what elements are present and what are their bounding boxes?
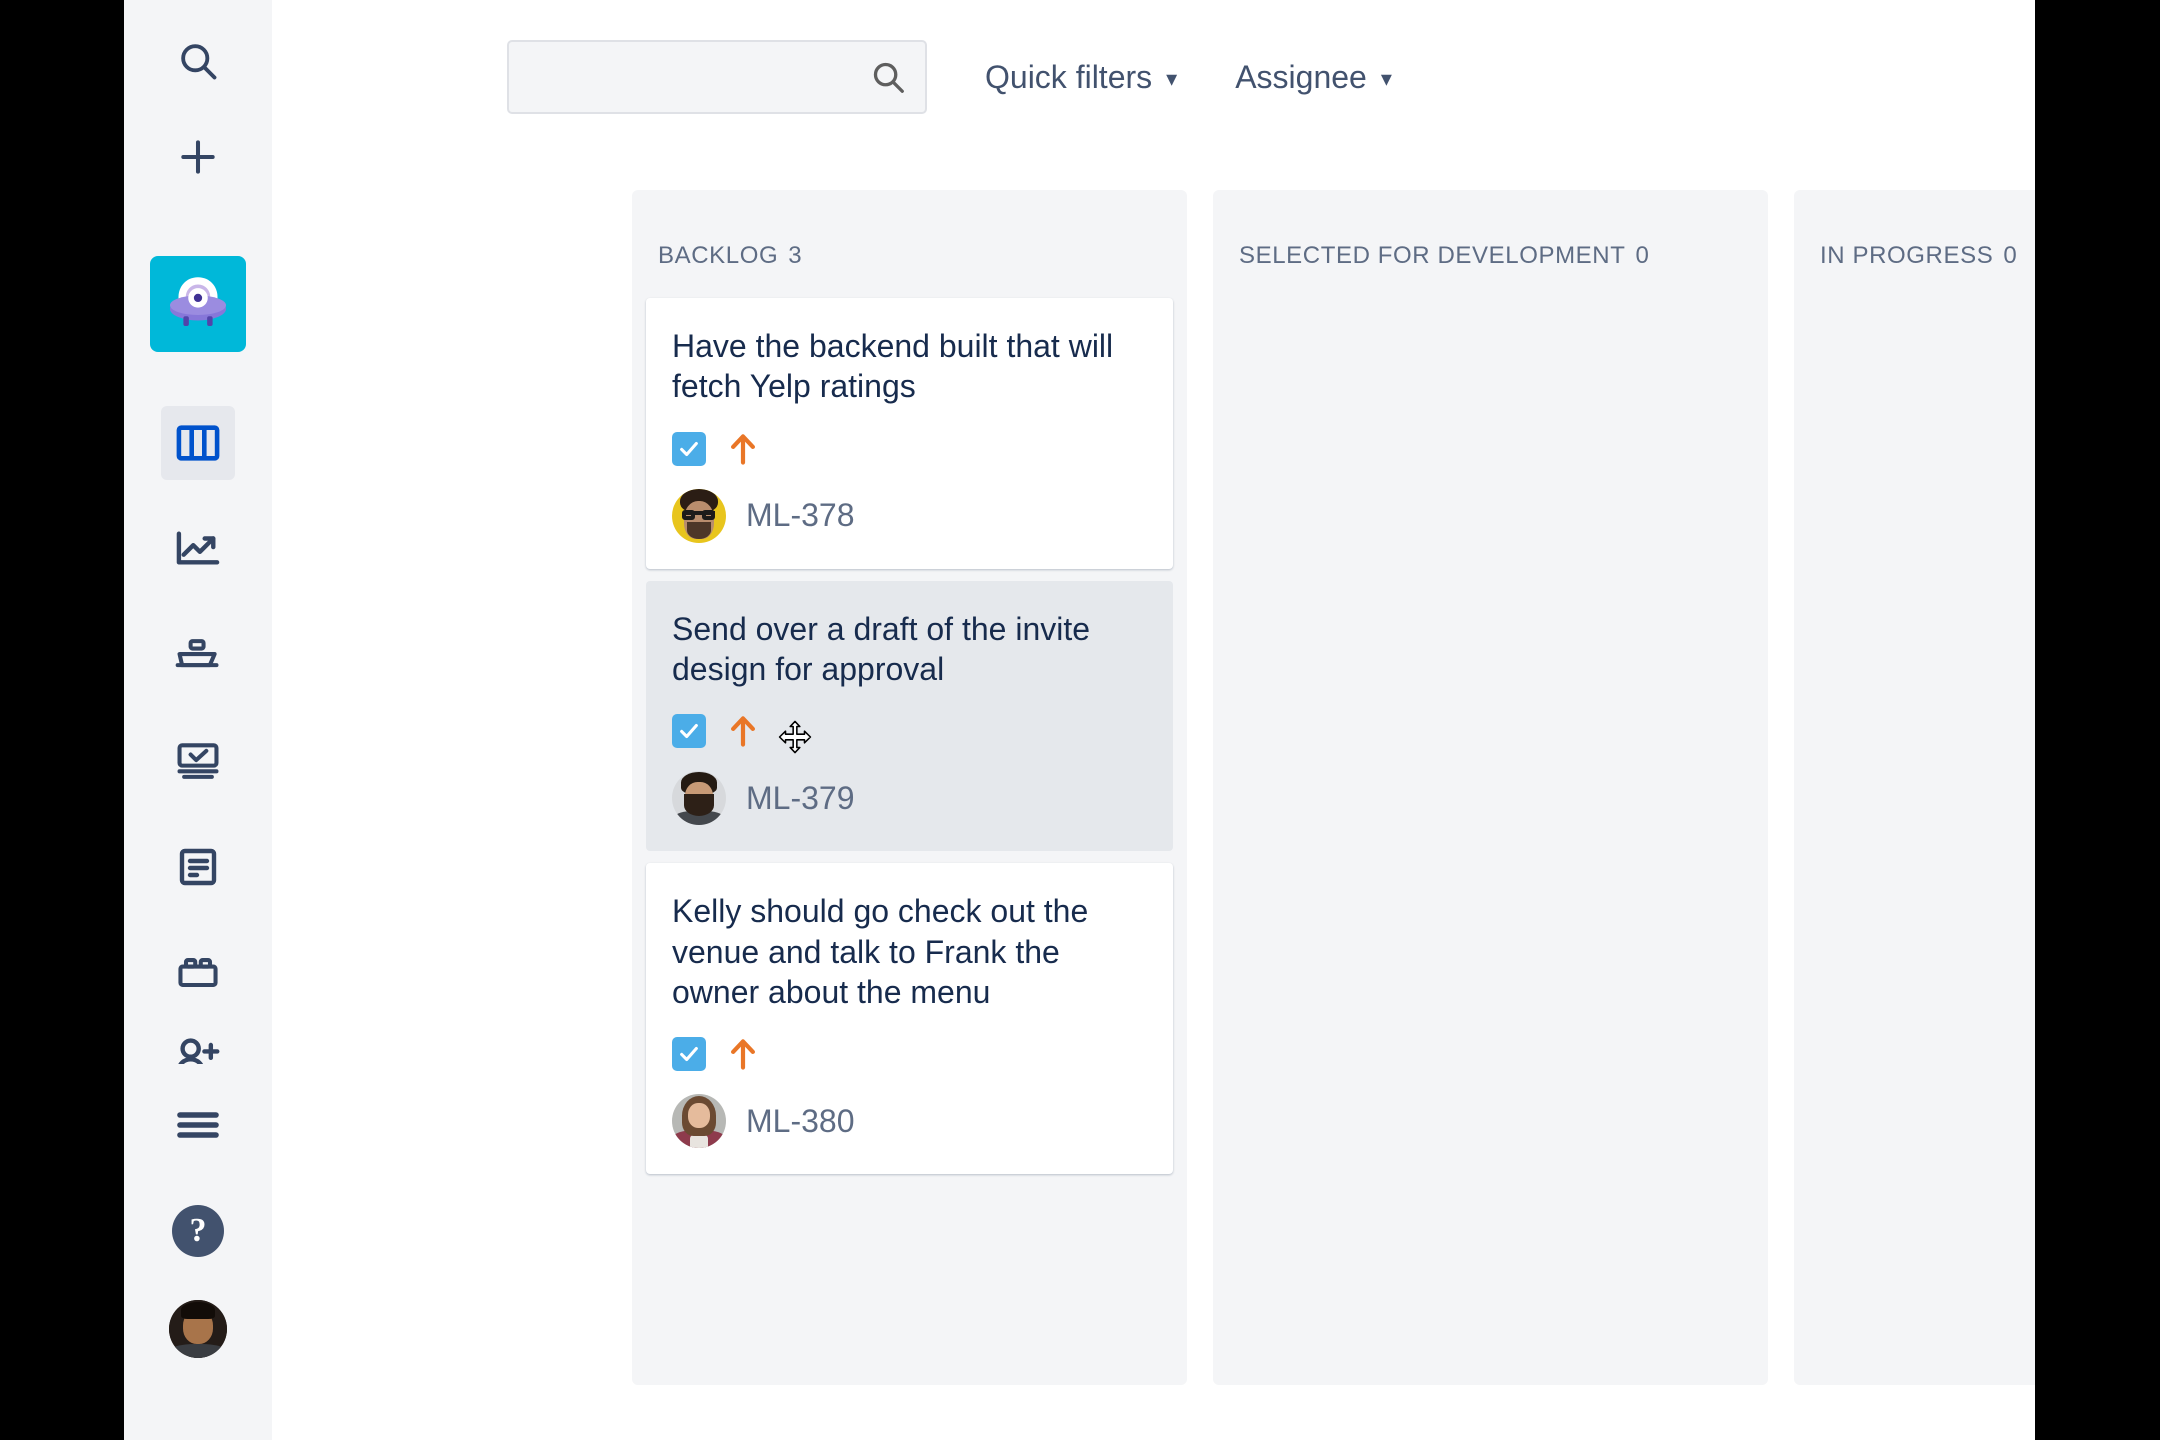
hamburger-menu-icon[interactable] xyxy=(161,1088,235,1162)
plus-icon[interactable] xyxy=(161,120,235,194)
code-review-icon[interactable] xyxy=(161,724,235,798)
column-card-list: Have the backend built that will fetch Y… xyxy=(632,298,1187,1188)
column-title: IN PROGRESS xyxy=(1820,242,1994,269)
add-person-icon[interactable] xyxy=(161,1034,235,1064)
avatar[interactable] xyxy=(672,488,726,543)
column-title: SELECTED FOR DEVELOPMENT xyxy=(1239,242,1626,269)
board-column: SELECTED FOR DEVELOPMENT 0 xyxy=(1213,190,1768,1385)
issue-key[interactable]: ML-379 xyxy=(746,780,855,817)
search-input[interactable] xyxy=(527,61,869,93)
chevron-down-icon: ▾ xyxy=(1166,66,1178,91)
issue-title: Send over a draft of the invite design f… xyxy=(672,610,1091,687)
issue-key[interactable]: ML-378 xyxy=(746,497,855,534)
board-column: BACKLOG 3 Have the backend built that will… xyxy=(632,190,1187,1385)
issue-title: Kelly should go check out the venue and … xyxy=(672,893,1089,1010)
board-toolbar: Quick filters ▾ Assignee ▾ xyxy=(272,0,2035,190)
task-checkbox-icon[interactable] xyxy=(672,714,706,749)
board-columns-container: BACKLOG 3 Have the backend built that will… xyxy=(632,190,2035,1385)
task-checkbox-icon[interactable] xyxy=(672,1037,706,1072)
sidebar-item-board[interactable] xyxy=(161,406,235,480)
issue-title: Have the backend built that will fetch Y… xyxy=(672,328,1114,405)
search-icon[interactable] xyxy=(161,24,235,98)
global-sidebar: ? xyxy=(124,0,272,1440)
kanban-board: BACKLOG 3 Have the backend built that will… xyxy=(272,190,2035,1440)
issue-footer: ML-380 xyxy=(672,1094,1147,1149)
issue-footer: ML-379 xyxy=(672,771,1147,826)
quick-filters-dropdown[interactable]: Quick filters ▾ xyxy=(985,40,1177,114)
issue-card[interactable]: Send over a draft of the invite design f… xyxy=(646,580,1173,852)
ufo-project-icon[interactable] xyxy=(150,256,246,352)
avatar[interactable] xyxy=(672,771,726,826)
app-viewport: ? Quick filters ▾ Assignee ▾ BACKLOG 3 H… xyxy=(124,0,2035,1440)
issue-card[interactable]: Have the backend built that will fetch Y… xyxy=(646,298,1173,569)
priority-high-up-arrow-icon[interactable] xyxy=(728,431,758,467)
column-card-list xyxy=(1794,298,2035,312)
column-header: SELECTED FOR DEVELOPMENT 0 xyxy=(1213,202,1768,298)
question-mark-icon[interactable]: ? xyxy=(161,1194,235,1268)
help-badge: ? xyxy=(172,1205,224,1257)
column-count: 0 xyxy=(2003,242,2018,269)
column-header: BACKLOG 3 xyxy=(632,202,1187,298)
lego-brick-icon[interactable] xyxy=(161,936,235,1010)
ship-icon[interactable] xyxy=(161,618,235,692)
column-card-list xyxy=(1213,298,1768,312)
chevron-down-icon: ▾ xyxy=(1380,66,1392,91)
task-checkbox-icon[interactable] xyxy=(672,431,706,466)
assignee-dropdown[interactable]: Assignee ▾ xyxy=(1235,40,1392,114)
issue-footer: ML-378 xyxy=(672,488,1147,543)
chart-trend-icon[interactable] xyxy=(161,512,235,586)
priority-high-up-arrow-icon[interactable] xyxy=(728,713,758,749)
column-count: 0 xyxy=(1635,242,1650,269)
column-header: IN PROGRESS 0 xyxy=(1794,202,2035,298)
search-icon xyxy=(873,62,904,93)
main-content: Quick filters ▾ Assignee ▾ BACKLOG 3 Have … xyxy=(272,0,2035,1440)
quick-filters-label: Quick filters xyxy=(985,58,1153,95)
search-field-wrapper[interactable] xyxy=(507,40,927,114)
issue-key[interactable]: ML-380 xyxy=(746,1103,855,1140)
assignee-label: Assignee xyxy=(1235,58,1367,95)
issue-card[interactable]: Kelly should go check out the venue and … xyxy=(646,863,1173,1175)
avatar[interactable] xyxy=(672,1094,726,1149)
issue-meta xyxy=(672,1036,1147,1072)
document-icon[interactable] xyxy=(161,830,235,904)
column-title: BACKLOG xyxy=(658,242,779,269)
user-avatar[interactable] xyxy=(161,1292,235,1366)
issue-meta xyxy=(672,713,1147,749)
issue-meta xyxy=(672,431,1147,467)
priority-high-up-arrow-icon[interactable] xyxy=(728,1036,758,1072)
board-column: IN PROGRESS 0 xyxy=(1794,190,2035,1385)
profile-avatar-image xyxy=(169,1300,227,1358)
column-count: 3 xyxy=(788,242,803,269)
